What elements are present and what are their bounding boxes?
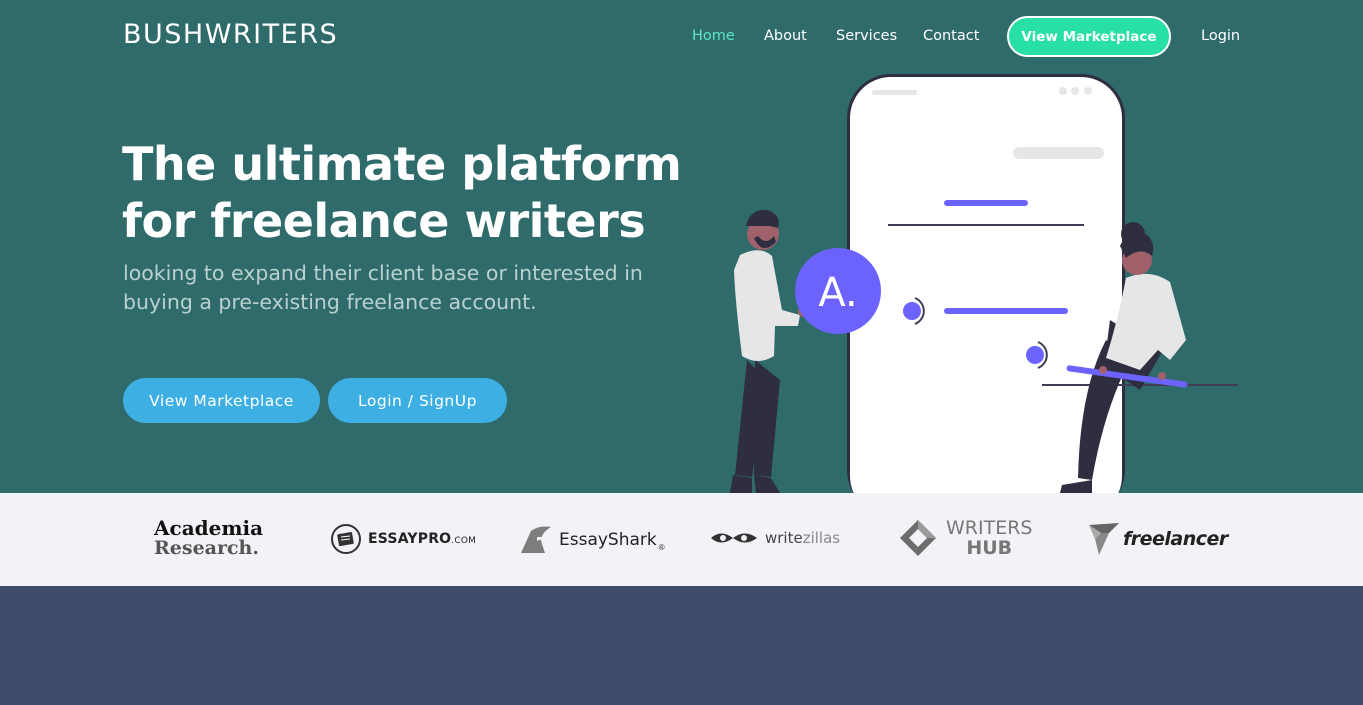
essaypro-name: ESSAYPRO [368,531,452,547]
writers-hub-line-2: HUB [966,537,1013,559]
hero-illustration: A. [730,74,1238,493]
shark-fin-icon [521,526,551,553]
essaypro-icon [331,524,361,554]
nav-link-contact[interactable]: Contact [923,28,979,44]
logo-essayshark: EssayShark ® [519,525,665,555]
hero-subtitle: looking to expand their client base or i… [123,261,643,314]
nav-link-about[interactable]: About [764,28,807,44]
phone-mockup [847,74,1238,493]
logo-writezillas: writezillas [709,527,840,549]
freelancer-name: freelancer [1123,528,1228,550]
footer-section [0,586,1363,705]
academia-line-2: Research. [154,537,259,559]
writezillas-icon [711,533,757,543]
badge-letter: A. [818,270,857,316]
hero-title: The ultimate platform for freelance writ… [122,136,682,250]
writezillas-part-1: write [765,529,803,547]
essaypro-suffix: .COM [451,536,477,546]
man-figure [730,209,808,493]
login-signup-button[interactable]: Login / SignUp [328,378,507,423]
writers-hub-line-1: WRITERS [946,517,1033,539]
writezillas-part-2: zillas [802,529,841,547]
brand-logo[interactable]: BUSHWRITERS [123,19,338,50]
view-marketplace-button[interactable]: View Marketplace [123,378,320,423]
nav-link-services[interactable]: Services [836,28,897,44]
nav-view-marketplace-button[interactable]: View Marketplace [1007,16,1171,57]
logo-freelancer: freelancer [1089,521,1228,557]
hero-section: BUSHWRITERS Home About Services Contact … [0,0,1363,493]
logo-academia-research: Academia Research. [154,518,263,558]
nav-link-home[interactable]: Home [692,28,735,44]
nav-login-link[interactable]: Login [1201,28,1240,44]
academia-line-1: Academia [154,516,264,540]
hero-title-line-1: The ultimate platform [122,137,682,191]
essayshark-name: EssayShark [559,530,657,550]
hero-title-line-2: for freelance writers [122,194,646,248]
logo-writers-hub: WRITERS HUB [898,518,1032,558]
logo-essaypro: ESSAYPRO.COM [330,523,476,555]
writers-hub-icon [900,520,936,556]
letter-badge: A. [795,248,881,334]
freelancer-bird-icon [1089,523,1119,555]
